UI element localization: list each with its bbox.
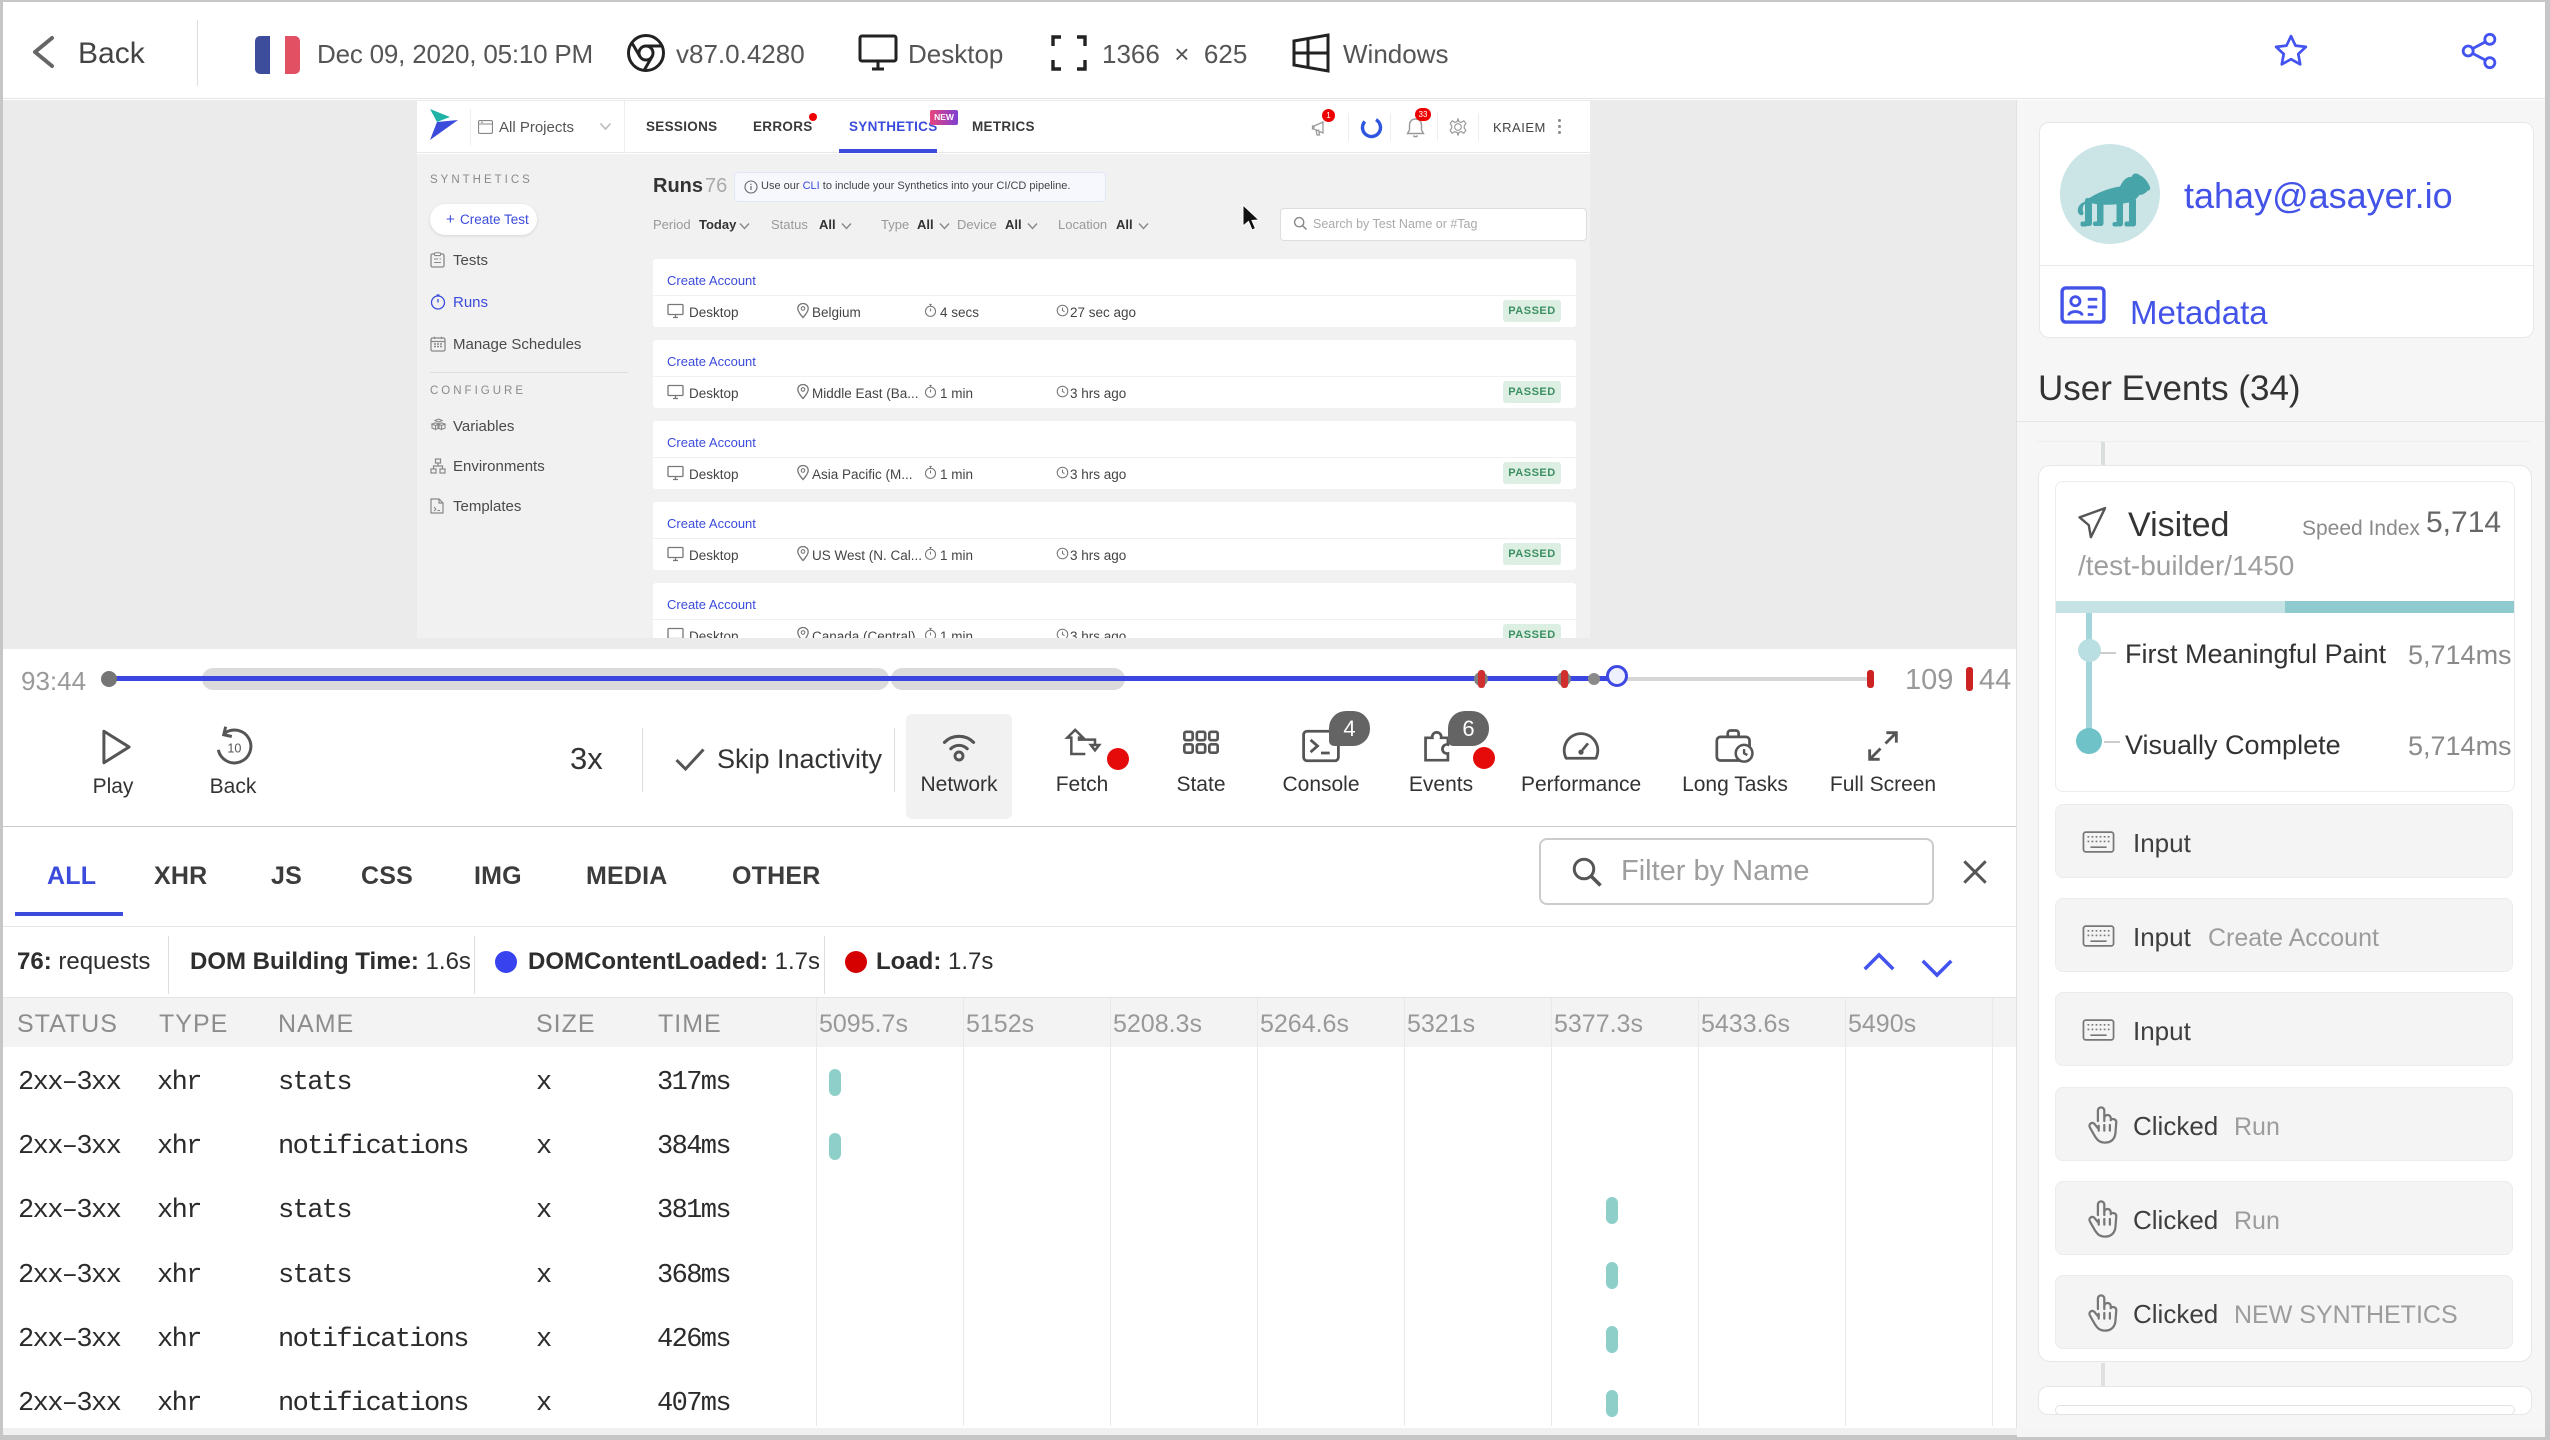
- svg-text:10: 10: [227, 742, 241, 756]
